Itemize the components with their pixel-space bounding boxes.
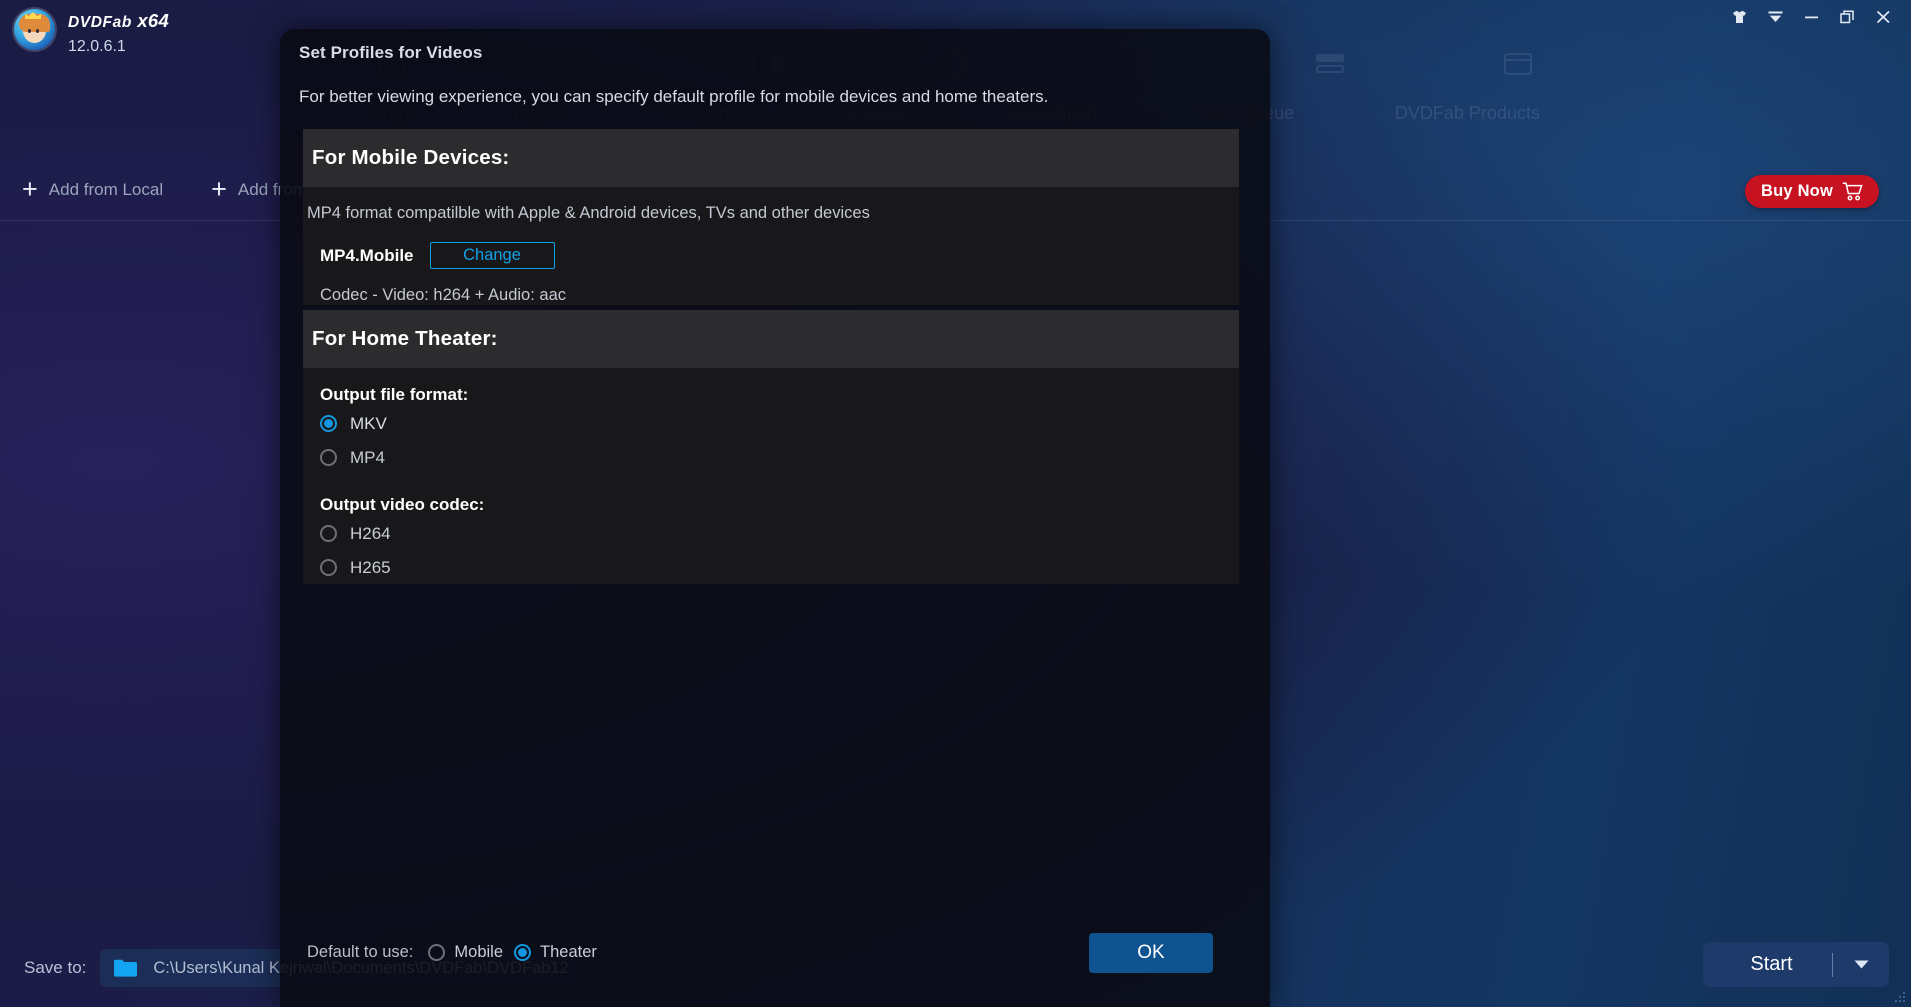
chevron-down-icon[interactable] [1757, 0, 1793, 34]
start-button[interactable]: Start [1703, 942, 1889, 987]
radio-indicator [514, 944, 531, 961]
radio-codec-h265[interactable]: H265 [303, 552, 1239, 583]
plus-icon: + [22, 176, 38, 203]
radio-codec-h264[interactable]: H264 [303, 518, 1239, 549]
dialog-footer: Default to use: Mobile Theater OK [280, 915, 1270, 1007]
mobile-panel-header: For Mobile Devices: [303, 129, 1239, 187]
mobile-devices-panel: For Mobile Devices: MP4 format compatilb… [303, 129, 1239, 305]
mobile-profile-name: MP4.Mobile [320, 246, 414, 266]
theme-icon[interactable] [1721, 0, 1757, 34]
radio-default-theater-label: Theater [540, 943, 597, 962]
buy-now-label: Buy Now [1761, 182, 1833, 201]
change-profile-button[interactable]: Change [430, 242, 555, 269]
app-branding: DVDFab x64 12.0.6.1 [14, 9, 169, 58]
radio-format-mkv[interactable]: MKV [303, 408, 1239, 439]
mobile-description: MP4 format compatilble with Apple & Andr… [303, 204, 1239, 223]
window-controls [1721, 0, 1901, 34]
mobile-profile-row: MP4.Mobile Change [303, 242, 1239, 269]
save-to-label: Save to: [24, 958, 86, 978]
default-to-use-label: Default to use: [307, 943, 413, 962]
set-profiles-dialog: Set Profiles for Videos For better viewi… [280, 29, 1270, 1007]
plus-icon: + [211, 176, 227, 203]
add-from-local-button[interactable]: + Add from Local [22, 178, 163, 203]
app-name-bold: DVDFab [68, 14, 132, 31]
radio-indicator [320, 415, 337, 432]
radio-indicator [428, 944, 445, 961]
default-to-use-group: Default to use: Mobile Theater [307, 943, 597, 962]
group-spacer [303, 473, 1239, 495]
radio-format-mkv-label: MKV [350, 414, 387, 434]
minimize-icon[interactable] [1793, 0, 1829, 34]
output-video-codec-label: Output video codec: [303, 495, 1239, 515]
restore-icon[interactable] [1829, 0, 1865, 34]
radio-indicator [320, 449, 337, 466]
radio-format-mp4-label: MP4 [350, 448, 385, 468]
output-file-format-label: Output file format: [303, 385, 1239, 405]
radio-format-mp4[interactable]: MP4 [303, 442, 1239, 473]
resize-grip[interactable] [1891, 988, 1907, 1004]
theater-panel-heading: For Home Theater: [312, 327, 498, 351]
start-label: Start [1703, 953, 1832, 976]
app-version: 12.0.6.1 [68, 36, 169, 58]
radio-codec-h264-label: H264 [350, 524, 391, 544]
folder-icon [114, 959, 137, 977]
app-name: DVDFab x64 [68, 11, 169, 33]
home-theater-panel: For Home Theater: Output file format: MK… [303, 310, 1239, 584]
radio-codec-h265-label: H265 [350, 558, 391, 578]
radio-indicator [320, 525, 337, 542]
add-from-local-label: Add from Local [49, 180, 163, 200]
mobile-codec-info: Codec - Video: h264 + Audio: aac [303, 286, 1239, 305]
radio-default-mobile[interactable]: Mobile [428, 943, 503, 962]
radio-default-theater[interactable]: Theater [514, 943, 597, 962]
theater-panel-header: For Home Theater: [303, 310, 1239, 368]
buy-now-button[interactable]: Buy Now [1745, 175, 1879, 208]
cart-icon [1842, 182, 1863, 201]
mobile-panel-heading: For Mobile Devices: [312, 146, 509, 170]
nav-tab-dvdfab-products[interactable]: DVDFab Products [1395, 103, 1540, 124]
start-dropdown-toggle[interactable] [1833, 960, 1889, 969]
app-name-arch: x64 [137, 10, 169, 31]
dvdfab-logo-icon [14, 9, 55, 50]
ok-button[interactable]: OK [1089, 933, 1213, 973]
radio-default-mobile-label: Mobile [454, 943, 503, 962]
close-icon[interactable] [1865, 0, 1901, 34]
dialog-title: Set Profiles for Videos [299, 43, 482, 63]
radio-indicator [320, 559, 337, 576]
dialog-subtitle: For better viewing experience, you can s… [299, 87, 1048, 107]
chevron-down-icon [1854, 960, 1869, 969]
